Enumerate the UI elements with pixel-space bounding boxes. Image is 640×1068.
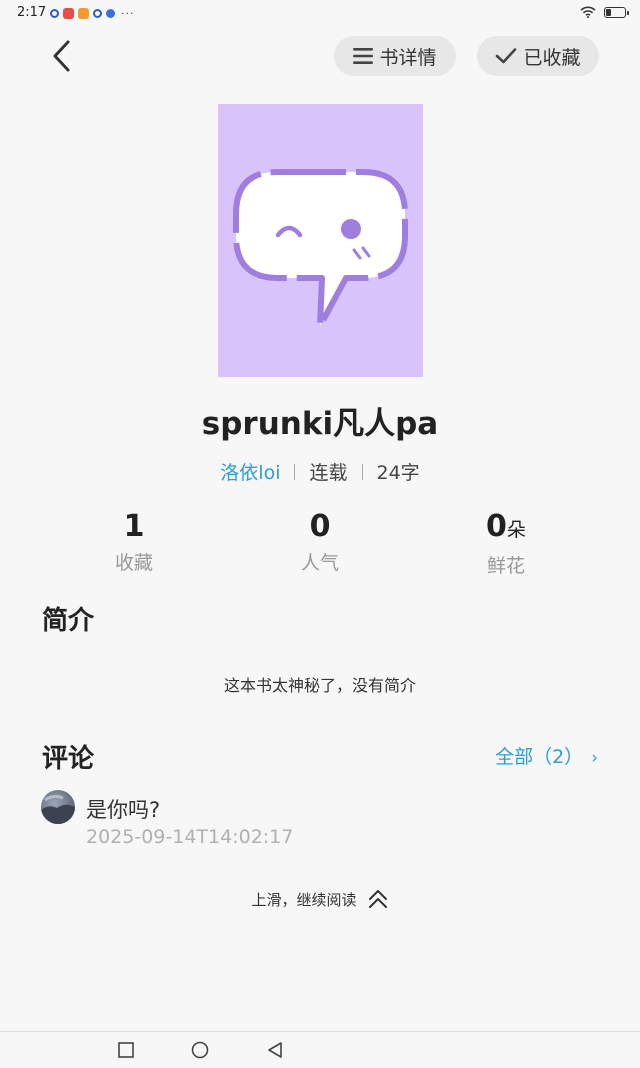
favorited-button[interactable]: 已收藏 xyxy=(477,36,599,76)
notification-icons: ··· xyxy=(50,7,135,20)
stat-favorites: 1 收藏 xyxy=(54,508,214,575)
divider xyxy=(361,463,363,480)
book-details-button[interactable]: 书详情 xyxy=(334,36,456,76)
notification-app-icon xyxy=(78,8,89,19)
book-meta: 洛依loi 连载 24字 xyxy=(0,458,640,485)
word-count: 24字 xyxy=(376,462,420,484)
check-icon xyxy=(496,48,517,64)
notification-app-icon xyxy=(106,9,115,18)
chevron-right-icon: › xyxy=(591,748,598,768)
system-nav-bar xyxy=(0,1031,640,1068)
stat-flowers-label: 鲜花 xyxy=(486,555,525,577)
double-chevron-up-icon xyxy=(368,890,387,908)
notification-app-icon xyxy=(63,8,74,19)
stat-popularity: 0 人气 xyxy=(240,508,400,575)
chevron-left-icon xyxy=(53,40,70,72)
book-cover[interactable] xyxy=(218,104,423,377)
divider xyxy=(294,463,296,480)
book-status: 连载 xyxy=(309,462,348,484)
stat-flowers-unit: 朵 xyxy=(506,519,526,541)
list-icon xyxy=(353,48,374,64)
avatar-image xyxy=(41,794,75,824)
author-link[interactable]: 洛依loi xyxy=(220,458,280,485)
notification-app-icon xyxy=(93,9,102,18)
intro-heading: 简介 xyxy=(42,606,95,636)
stat-popularity-value: 0 xyxy=(309,509,331,544)
chat-bubble-icon xyxy=(233,169,408,329)
book-title: sprunki凡人pa xyxy=(201,406,439,442)
status-time: 2:17 xyxy=(17,5,47,20)
comment-timestamp: 2025-09-14T14:02:17 xyxy=(86,826,294,848)
notification-app-icon xyxy=(50,9,59,18)
comment-text: 是你吗? xyxy=(86,798,161,822)
all-comments-link[interactable]: 全部（2） › xyxy=(495,742,598,769)
more-notifications-icon: ··· xyxy=(121,7,135,20)
home-icon[interactable] xyxy=(191,1041,209,1059)
status-right xyxy=(580,6,629,18)
status-bar: 2:17 ··· xyxy=(0,0,640,26)
wifi-icon xyxy=(580,6,596,18)
stat-favorites-value: 1 xyxy=(123,509,145,544)
back-nav-icon[interactable] xyxy=(266,1041,284,1059)
intro-text: 这本书太神秘了，没有简介 xyxy=(223,676,416,695)
all-comments-label: 全部（2） xyxy=(495,746,584,768)
battery-icon xyxy=(604,6,629,18)
back-button[interactable] xyxy=(44,36,80,76)
stat-favorites-label: 收藏 xyxy=(114,552,153,574)
stat-popularity-label: 人气 xyxy=(300,552,339,574)
stat-flowers: 0朵 鲜花 xyxy=(426,508,586,578)
swipe-up-hint[interactable]: 上滑，继续阅读 xyxy=(0,888,640,910)
comments-heading: 评论 xyxy=(42,744,95,774)
avatar[interactable] xyxy=(41,790,75,824)
book-details-label: 书详情 xyxy=(379,46,437,69)
recent-apps-icon[interactable] xyxy=(117,1041,135,1059)
favorited-label: 已收藏 xyxy=(523,46,581,69)
stat-flowers-value: 0 xyxy=(486,509,507,544)
swipe-hint-label: 上滑，继续阅读 xyxy=(251,890,357,909)
